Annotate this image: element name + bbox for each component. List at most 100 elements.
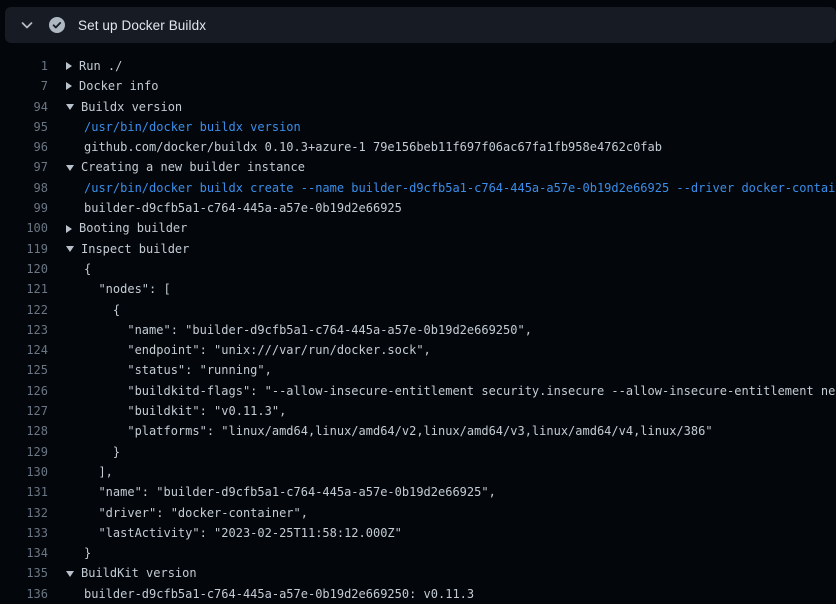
line-number[interactable]: 126 bbox=[0, 381, 48, 401]
log-group-row[interactable]: 7 Docker info bbox=[0, 76, 836, 96]
line-number[interactable]: 132 bbox=[0, 503, 48, 523]
line-number[interactable]: 94 bbox=[0, 97, 48, 117]
line-number[interactable]: 129 bbox=[0, 442, 48, 462]
log-text: "driver": "docker-container", bbox=[84, 506, 308, 520]
log-output[interactable]: 1Run ./7Docker info94Buildx version95/us… bbox=[0, 43, 836, 604]
log-text: "buildkit": "v0.11.3", bbox=[84, 404, 286, 418]
log-text: "endpoint": "unix:///var/run/docker.sock… bbox=[84, 343, 431, 357]
line-number[interactable]: 128 bbox=[0, 421, 48, 441]
log-text: "status": "running", bbox=[84, 363, 272, 377]
log-line-row: 121 "nodes": [ bbox=[0, 279, 836, 299]
output-text: "buildkit": "v0.11.3", bbox=[84, 401, 286, 421]
log-text: "lastActivity": "2023-02-25T11:58:12.000… bbox=[84, 526, 402, 540]
output-text: { bbox=[84, 259, 91, 279]
output-text: "buildkitd-flags": "--allow-insecure-ent… bbox=[84, 381, 836, 401]
chevron-down-icon[interactable] bbox=[19, 17, 35, 33]
group-label: BuildKit version bbox=[66, 563, 197, 583]
group-label: Run ./ bbox=[66, 56, 122, 76]
log-line-row: 120 { bbox=[0, 259, 836, 279]
group-label: Buildx version bbox=[66, 97, 182, 117]
triangle-right-icon[interactable] bbox=[66, 82, 72, 90]
log-text: "name": "builder-d9cfb5a1-c764-445a-a57e… bbox=[84, 323, 532, 337]
log-line-row: 99builder-d9cfb5a1-c764-445a-a57e-0b19d2… bbox=[0, 198, 836, 218]
line-number[interactable]: 121 bbox=[0, 279, 48, 299]
log-line-row: 129 } bbox=[0, 442, 836, 462]
log-line-row: 131 "name": "builder-d9cfb5a1-c764-445a-… bbox=[0, 482, 836, 502]
line-number[interactable]: 96 bbox=[0, 137, 48, 157]
log-line-row: 95/usr/bin/docker buildx version bbox=[0, 117, 836, 137]
log-text: Creating a new builder instance bbox=[81, 157, 305, 177]
triangle-down-icon[interactable] bbox=[66, 104, 74, 110]
line-number[interactable]: 1 bbox=[0, 56, 48, 76]
line-number[interactable]: 123 bbox=[0, 320, 48, 340]
log-group-row[interactable]: 97 Creating a new builder instance bbox=[0, 157, 836, 177]
log-text: github.com/docker/buildx 0.10.3+azure-1 … bbox=[84, 140, 662, 154]
log-text: "nodes": [ bbox=[84, 282, 171, 296]
log-text: /usr/bin/docker buildx create --name bui… bbox=[84, 181, 836, 195]
output-text: ], bbox=[84, 462, 113, 482]
log-line-row: 122 { bbox=[0, 300, 836, 320]
log-line-row: 124 "endpoint": "unix:///var/run/docker.… bbox=[0, 340, 836, 360]
line-number[interactable]: 119 bbox=[0, 239, 48, 259]
output-text: "endpoint": "unix:///var/run/docker.sock… bbox=[84, 340, 431, 360]
line-number[interactable]: 120 bbox=[0, 259, 48, 279]
group-label: Creating a new builder instance bbox=[66, 157, 305, 177]
step-title: Set up Docker Buildx bbox=[78, 18, 206, 33]
log-text: "buildkitd-flags": "--allow-insecure-ent… bbox=[84, 384, 836, 398]
line-number[interactable]: 135 bbox=[0, 563, 48, 583]
output-text: { bbox=[84, 300, 120, 320]
log-line-row: 132 "driver": "docker-container", bbox=[0, 503, 836, 523]
line-number[interactable]: 100 bbox=[0, 218, 48, 238]
line-number[interactable]: 136 bbox=[0, 584, 48, 604]
group-label: Inspect builder bbox=[66, 239, 189, 259]
log-text: Run ./ bbox=[79, 56, 122, 76]
log-group-row[interactable]: 94 Buildx version bbox=[0, 97, 836, 117]
log-text: ], bbox=[84, 465, 113, 479]
line-number[interactable]: 122 bbox=[0, 300, 48, 320]
log-line-row: 128 "platforms": "linux/amd64,linux/amd6… bbox=[0, 421, 836, 441]
log-text: /usr/bin/docker buildx version bbox=[84, 120, 301, 134]
log-text: Docker info bbox=[79, 76, 158, 96]
line-number[interactable]: 124 bbox=[0, 340, 48, 360]
line-number[interactable]: 133 bbox=[0, 523, 48, 543]
line-number[interactable]: 7 bbox=[0, 76, 48, 96]
step-header-row[interactable]: Set up Docker Buildx bbox=[5, 7, 836, 43]
line-number[interactable]: 127 bbox=[0, 401, 48, 421]
output-text: "platforms": "linux/amd64,linux/amd64/v2… bbox=[84, 421, 713, 441]
log-text: { bbox=[84, 303, 120, 317]
output-text: github.com/docker/buildx 0.10.3+azure-1 … bbox=[84, 137, 662, 157]
log-group-row[interactable]: 135 BuildKit version bbox=[0, 563, 836, 583]
log-group-row[interactable]: 100 Booting builder bbox=[0, 218, 836, 238]
triangle-down-icon[interactable] bbox=[66, 571, 74, 577]
group-label: Docker info bbox=[66, 76, 158, 96]
log-line-row: 127 "buildkit": "v0.11.3", bbox=[0, 401, 836, 421]
triangle-down-icon[interactable] bbox=[66, 165, 74, 171]
line-number[interactable]: 131 bbox=[0, 482, 48, 502]
log-text: { bbox=[84, 262, 91, 276]
log-text: BuildKit version bbox=[81, 563, 197, 583]
line-number[interactable]: 97 bbox=[0, 157, 48, 177]
command-text: /usr/bin/docker buildx create --name bui… bbox=[84, 178, 836, 198]
line-number[interactable]: 134 bbox=[0, 543, 48, 563]
output-text: } bbox=[84, 442, 120, 462]
log-text: "platforms": "linux/amd64,linux/amd64/v2… bbox=[84, 424, 713, 438]
log-text: "name": "builder-d9cfb5a1-c764-445a-a57e… bbox=[84, 485, 496, 499]
output-text: "status": "running", bbox=[84, 360, 272, 380]
check-circle-icon bbox=[49, 17, 65, 33]
line-number[interactable]: 98 bbox=[0, 178, 48, 198]
log-text: builder-d9cfb5a1-c764-445a-a57e-0b19d2e6… bbox=[84, 587, 474, 601]
log-line-row: 136 builder-d9cfb5a1-c764-445a-a57e-0b19d… bbox=[0, 584, 836, 604]
log-line-row: 98/usr/bin/docker buildx create --name b… bbox=[0, 178, 836, 198]
triangle-right-icon[interactable] bbox=[66, 62, 72, 70]
line-number[interactable]: 99 bbox=[0, 198, 48, 218]
log-group-row[interactable]: 119 Inspect builder bbox=[0, 239, 836, 259]
line-number[interactable]: 125 bbox=[0, 360, 48, 380]
line-number[interactable]: 130 bbox=[0, 462, 48, 482]
log-text: Booting builder bbox=[79, 218, 187, 238]
line-number[interactable]: 95 bbox=[0, 117, 48, 137]
triangle-down-icon[interactable] bbox=[66, 246, 74, 252]
triangle-right-icon[interactable] bbox=[66, 225, 72, 233]
log-group-row[interactable]: 1 Run ./ bbox=[0, 56, 836, 76]
output-text: } bbox=[84, 543, 91, 563]
log-line-row: 134} bbox=[0, 543, 836, 563]
